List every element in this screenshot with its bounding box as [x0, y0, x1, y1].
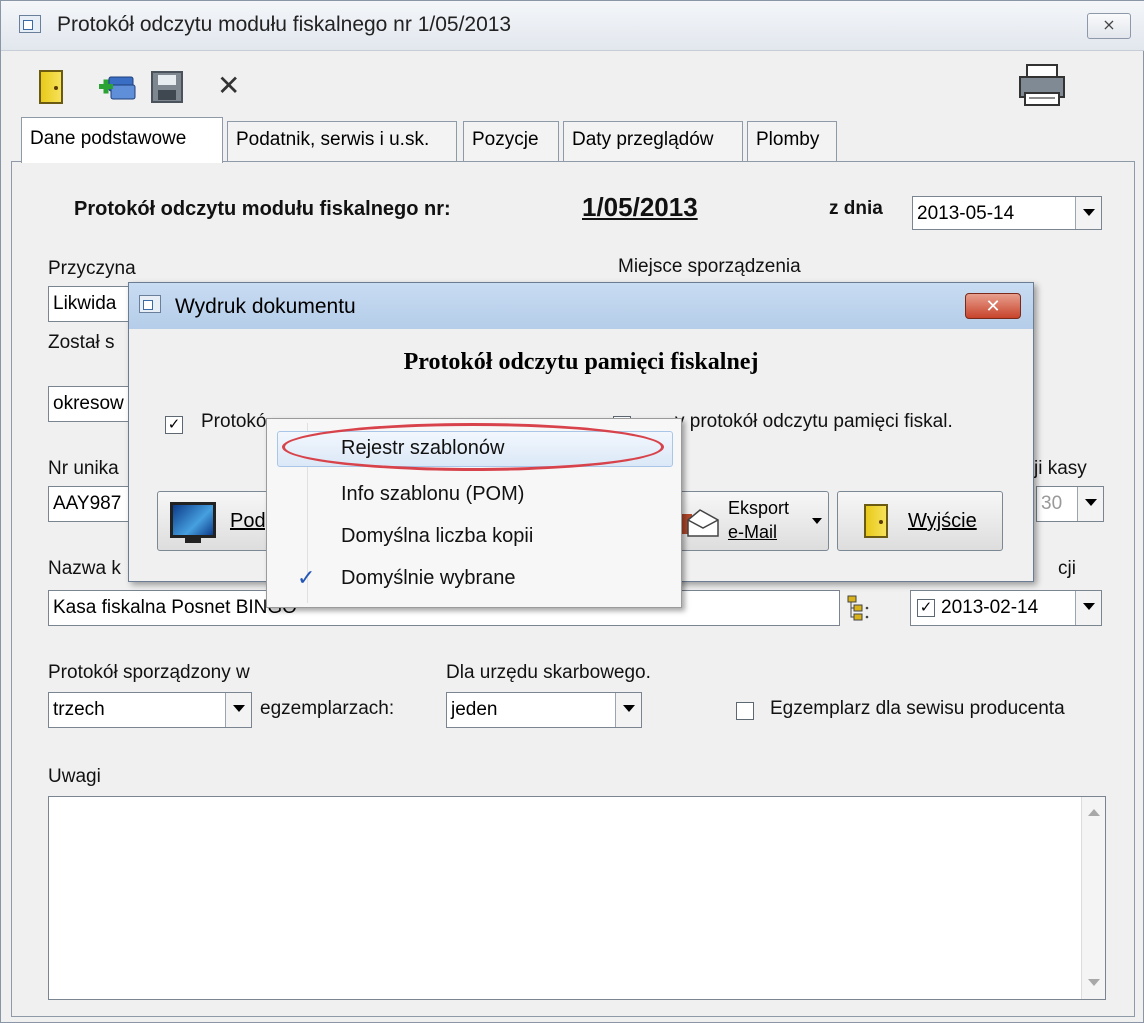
- monitor-icon: [170, 502, 216, 543]
- option2-label: y protokół odczytu pamięci fiskal.: [675, 411, 953, 432]
- service-copy-label: Egzemplarz dla sewisu producenta: [770, 698, 1065, 719]
- window-title: Protokół odczytu modułu fiskalnego nr 1/…: [57, 13, 512, 36]
- zostal-label: Został s: [48, 332, 115, 353]
- notes-textarea[interactable]: [48, 796, 1106, 1000]
- exit-button[interactable]: Wyjście: [837, 491, 1003, 551]
- window-icon: [19, 15, 41, 33]
- reason-label: Przyczyna: [48, 258, 136, 279]
- menu-item-info-szablonu[interactable]: Info szablonu (POM): [341, 483, 524, 506]
- envelope-icon: [678, 506, 722, 540]
- zostal-field[interactable]: okresow: [48, 386, 134, 422]
- protocol-heading: Protokół odczytu modułu fiskalnego nr:: [74, 198, 451, 220]
- email-label: e-Mail: [728, 522, 778, 542]
- save-icon[interactable]: [151, 71, 183, 103]
- place-label: Miejsce sporządzenia: [618, 256, 801, 277]
- dialog-title: Wydruk dokumentu: [175, 295, 356, 318]
- tab-pozycje[interactable]: Pozycje: [463, 121, 559, 161]
- check-icon: ✓: [297, 565, 316, 590]
- document-number: 1/05/2013: [582, 192, 698, 222]
- export-label: Eksport: [728, 498, 790, 518]
- copies-value: trzech: [53, 699, 105, 720]
- chevron-down-icon[interactable]: [1075, 197, 1101, 229]
- toolbar: ✕: [1, 53, 1144, 117]
- kasy-label: ji kasy: [1034, 458, 1087, 479]
- menu-item-domyslnie-wybrane[interactable]: Domyślnie wybrane: [341, 567, 516, 590]
- document-date-value: 2013-05-14: [917, 203, 1015, 224]
- copies-label: Protokół sporządzony w: [48, 662, 250, 683]
- copies-suffix: egzemplarzach:: [260, 698, 395, 719]
- export-email-button[interactable]: Eksport e-Mail: [667, 491, 829, 551]
- option1-label: Protokó: [201, 411, 267, 432]
- dialog-heading: Protokół odczytu pamięci fiskalnej: [403, 349, 759, 375]
- chevron-down-icon[interactable]: [1075, 591, 1101, 625]
- add-item-icon[interactable]: [97, 71, 137, 103]
- date-label: z dnia: [829, 198, 883, 219]
- scroll-up-icon[interactable]: [1088, 809, 1100, 816]
- exit-door-icon[interactable]: [39, 70, 63, 104]
- option1-checkbox[interactable]: ✓: [165, 416, 183, 434]
- title-bar: Protokół odczytu modułu fiskalnego nr 1/…: [1, 1, 1144, 51]
- reason-field[interactable]: Likwida: [48, 286, 134, 322]
- tax-office-select[interactable]: jeden: [446, 692, 642, 728]
- menu-item-domyslna-liczba-kopii[interactable]: Domyślna liczba kopii: [341, 525, 533, 548]
- printer-icon[interactable]: [1017, 63, 1067, 109]
- tax-office-label: Dla urzędu skarbowego.: [446, 662, 651, 683]
- chevron-down-icon[interactable]: [225, 693, 251, 727]
- dialog-title-bar: Wydruk dokumentu ✕: [129, 283, 1033, 329]
- highlight-oval: [282, 423, 664, 471]
- tab-dane-podstawowe[interactable]: Dane podstawowe: [21, 117, 223, 163]
- delete-icon[interactable]: ✕: [217, 69, 240, 102]
- tab-plomby[interactable]: Plomby: [747, 121, 837, 161]
- tree-icon[interactable]: [846, 594, 872, 627]
- unique-number-label: Nr unika: [48, 458, 119, 479]
- notes-label: Uwagi: [48, 766, 101, 787]
- dialog-close-button[interactable]: ✕: [965, 293, 1021, 319]
- chevron-down-icon[interactable]: [615, 693, 641, 727]
- cji-label: cji: [1058, 558, 1076, 579]
- tab-daty-przegladow[interactable]: Daty przeglądów: [563, 121, 743, 161]
- copies-select[interactable]: trzech: [48, 692, 252, 728]
- kasy-select[interactable]: 30: [1036, 486, 1104, 522]
- device-date-checkbox[interactable]: ✓: [917, 599, 935, 617]
- chevron-down-icon[interactable]: [1077, 487, 1103, 521]
- device-date-select[interactable]: ✓ 2013-02-14: [910, 590, 1102, 626]
- unique-number-field[interactable]: AAY987: [48, 486, 134, 522]
- exit-button-label: Wyjście: [908, 510, 977, 532]
- notes-scrollbar[interactable]: [1081, 797, 1105, 999]
- device-name-label: Nazwa k: [48, 558, 121, 579]
- tax-office-value: jeden: [451, 699, 498, 720]
- document-date-select[interactable]: 2013-05-14: [912, 196, 1102, 230]
- exit-door-icon: [864, 504, 888, 538]
- service-copy-checkbox[interactable]: [736, 702, 754, 720]
- device-date-value: 2013-02-14: [941, 597, 1039, 618]
- dialog-window-icon: [139, 295, 161, 313]
- close-button[interactable]: ⨯: [1087, 13, 1131, 39]
- scroll-down-icon[interactable]: [1088, 979, 1100, 986]
- tab-podatnik-serwis[interactable]: Podatnik, serwis i u.sk.: [227, 121, 457, 161]
- chevron-down-icon: [812, 518, 822, 524]
- kasy-value: 30: [1041, 493, 1063, 514]
